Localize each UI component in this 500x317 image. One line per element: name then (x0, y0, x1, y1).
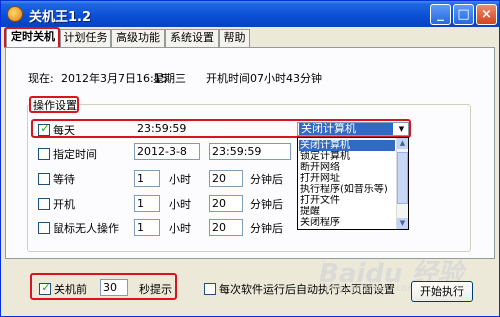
idle-checkbox[interactable] (38, 222, 50, 234)
dropdown-scrollbar[interactable]: ▲ ▼ (396, 138, 408, 229)
idle-hours-field[interactable]: 1 (134, 219, 160, 236)
action-option[interactable]: 执行程序(如音乐等) (299, 184, 395, 195)
idle-label: 鼠标无人操作 (53, 222, 119, 235)
specific-date-field[interactable]: 2012-3-8 (134, 143, 200, 160)
tab-strip: 定时关机 计划任务 高级功能 系统设置 帮助 (4, 28, 498, 48)
boot-hours-field[interactable]: 1 (134, 195, 160, 212)
title-bar[interactable]: 关机王1.2 _ □ × (1, 1, 499, 27)
action-option[interactable]: 断开网络 (299, 162, 395, 173)
idle-minutes-field[interactable]: 20 (209, 219, 243, 236)
tab-highlight (4, 27, 60, 49)
tab-system-settings[interactable]: 系统设置 (165, 29, 219, 47)
boot-label: 开机 (53, 198, 75, 211)
close-icon: × (481, 7, 492, 22)
tab-scheduled-tasks[interactable]: 计划任务 (60, 29, 111, 47)
boot-minutes-field[interactable]: 20 (209, 195, 243, 212)
watermark-url: jingyan.baidu.com (325, 283, 418, 294)
minimize-button[interactable]: _ (430, 4, 451, 25)
app-icon (7, 6, 23, 22)
specific-time-label: 指定时间 (53, 148, 97, 161)
action-dropdown-list[interactable]: 关闭计算机 锁定计算机 断开网络 打开网址 执行程序(如音乐等) 打开文件 提醒… (297, 137, 409, 230)
group-title-highlight (29, 96, 79, 113)
now-label: 现在: (28, 72, 54, 85)
current-weekday: 星期三 (153, 72, 186, 85)
daily-row-highlight (31, 119, 411, 138)
close-button[interactable]: × (476, 4, 497, 25)
specific-time-field[interactable]: 23:59:59 (209, 143, 291, 160)
action-option[interactable]: 打开文件 (299, 195, 395, 206)
window-title: 关机王1.2 (29, 10, 92, 25)
start-execute-button[interactable]: 开始执行 (411, 281, 473, 302)
app-window: 关机王1.2 _ □ × 定时关机 计划任务 高级功能 系统设置 帮助 现在: … (0, 0, 500, 317)
tab-advanced[interactable]: 高级功能 (111, 29, 165, 47)
boot-minutes-unit: 分钟后 (250, 198, 283, 211)
wait-label: 等待 (53, 173, 75, 186)
tab-help[interactable]: 帮助 (219, 29, 250, 47)
wait-hours-unit: 小时 (169, 173, 191, 186)
boot-checkbox[interactable] (38, 198, 50, 210)
maximize-button[interactable]: □ (453, 4, 474, 25)
uptime-text: 开机时间07小时43分钟 (206, 72, 322, 85)
action-option[interactable]: 打开网址 (299, 173, 395, 184)
idle-hours-unit: 小时 (169, 222, 191, 235)
auto-execute-checkbox[interactable] (204, 283, 216, 295)
pre-shutdown-highlight (30, 273, 177, 300)
idle-minutes-unit: 分钟后 (250, 222, 283, 235)
scroll-up-icon[interactable]: ▲ (397, 138, 408, 149)
minimize-icon: _ (437, 7, 444, 22)
wait-minutes-field[interactable]: 20 (209, 170, 243, 187)
maximize-icon: □ (457, 7, 470, 22)
wait-hours-field[interactable]: 1 (134, 170, 160, 187)
action-option[interactable]: 提醒 (299, 206, 395, 217)
boot-hours-unit: 小时 (169, 198, 191, 211)
specific-time-checkbox[interactable] (38, 148, 50, 160)
current-date: 2012年3月7日16:15 (61, 72, 168, 85)
wait-minutes-unit: 分钟后 (250, 173, 283, 186)
action-option[interactable]: 关闭计算机 (299, 140, 395, 151)
scrollbar-thumb[interactable] (397, 152, 408, 204)
action-option[interactable]: 锁定计算机 (299, 151, 395, 162)
wait-checkbox[interactable] (38, 173, 50, 185)
action-option[interactable]: 关闭程序 (299, 217, 395, 228)
scroll-down-icon[interactable]: ▼ (397, 218, 408, 229)
